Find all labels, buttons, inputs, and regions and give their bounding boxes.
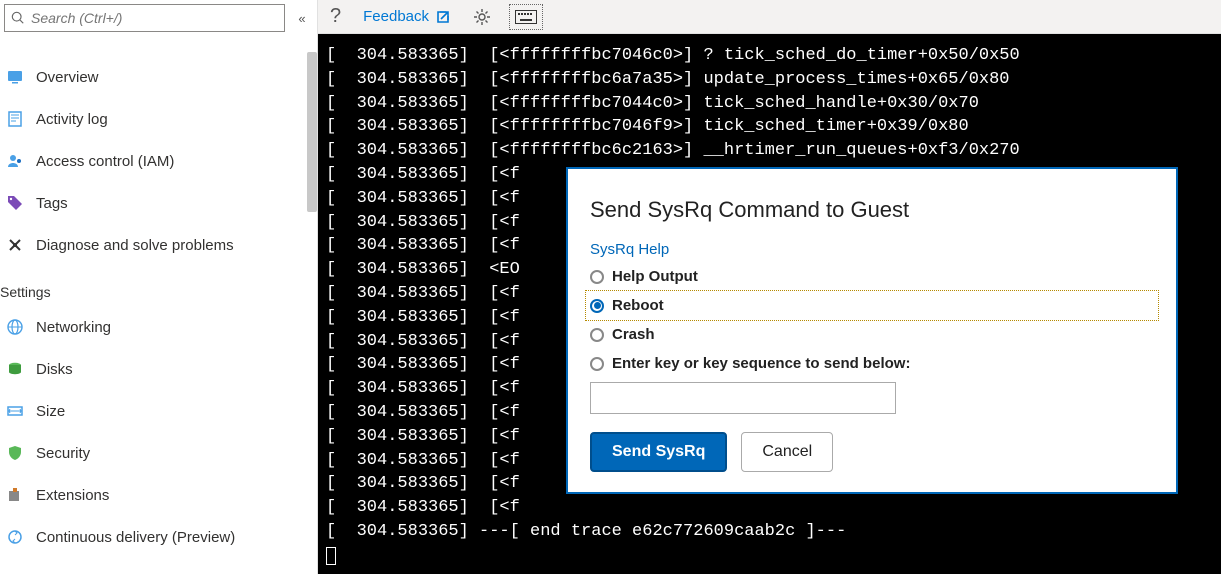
sidebar-item-access-control[interactable]: Access control (IAM) <box>0 140 317 182</box>
radio-label: Reboot <box>612 297 664 314</box>
sidebar-item-label: Networking <box>36 319 111 336</box>
sidebar-item-label: Activity log <box>36 111 108 128</box>
sidebar: « Overview Activity log Access control (… <box>0 0 318 574</box>
sidebar-item-label: Diagnose and solve problems <box>36 237 234 254</box>
access-control-icon <box>6 152 24 170</box>
sidebar-item-label: Tags <box>36 195 68 212</box>
extensions-icon <box>6 486 24 504</box>
radio-icon <box>590 299 604 313</box>
radio-custom-key[interactable]: Enter key or key sequence to send below: <box>590 349 1154 378</box>
keyboard-icon <box>515 10 537 24</box>
sidebar-item-label: Overview <box>36 69 99 86</box>
scrollbar-thumb[interactable] <box>307 52 317 212</box>
sidebar-item-networking[interactable]: Networking <box>0 306 317 348</box>
sidebar-item-label: Security <box>36 445 90 462</box>
radio-help-output[interactable]: Help Output <box>590 262 1154 291</box>
external-link-icon <box>435 9 451 25</box>
tags-icon <box>6 194 24 212</box>
nav-list: Overview Activity log Access control (IA… <box>0 38 317 558</box>
sidebar-item-label: Size <box>36 403 65 420</box>
overview-icon <box>6 68 24 86</box>
feedback-label: Feedback <box>363 8 429 25</box>
sidebar-item-activity-log[interactable]: Activity log <box>0 98 317 140</box>
search-icon <box>11 11 25 25</box>
help-button[interactable]: ? <box>326 0 345 33</box>
search-box[interactable] <box>4 4 285 32</box>
search-input[interactable] <box>31 10 278 26</box>
cancel-button[interactable]: Cancel <box>741 432 833 472</box>
keyboard-button[interactable] <box>509 4 543 30</box>
chevron-double-left-icon: « <box>298 11 305 26</box>
shield-icon <box>6 444 24 462</box>
gear-icon <box>473 8 491 26</box>
networking-icon <box>6 318 24 336</box>
diagnose-icon <box>6 236 24 254</box>
sidebar-item-tags[interactable]: Tags <box>0 182 317 224</box>
disks-icon <box>6 360 24 378</box>
radio-label: Crash <box>612 326 655 343</box>
sidebar-item-overview[interactable]: Overview <box>0 56 317 98</box>
size-icon <box>6 402 24 420</box>
sidebar-item-label: Extensions <box>36 487 109 504</box>
toolbar: ? Feedback <box>318 0 1221 34</box>
radio-label: Enter key or key sequence to send below: <box>612 355 910 372</box>
radio-crash[interactable]: Crash <box>590 320 1154 349</box>
radio-icon <box>590 328 604 342</box>
feedback-link[interactable]: Feedback <box>359 0 455 33</box>
sidebar-item-label: Access control (IAM) <box>36 153 174 170</box>
dialog-title: Send SysRq Command to Guest <box>590 197 1154 223</box>
sidebar-item-security[interactable]: Security <box>0 432 317 474</box>
sysrq-help-link[interactable]: SysRq Help <box>590 241 669 258</box>
collapse-sidebar-button[interactable]: « <box>291 7 313 29</box>
radio-reboot[interactable]: Reboot <box>586 291 1158 320</box>
key-sequence-input[interactable] <box>590 382 896 414</box>
send-sysrq-button[interactable]: Send SysRq <box>590 432 727 472</box>
cursor-icon <box>326 547 336 565</box>
radio-label: Help Output <box>612 268 698 285</box>
sidebar-item-size[interactable]: Size <box>0 390 317 432</box>
activity-log-icon <box>6 110 24 128</box>
sysrq-dialog: Send SysRq Command to Guest SysRq Help H… <box>566 167 1178 494</box>
sidebar-section-settings: Settings <box>0 266 317 306</box>
sidebar-item-label: Disks <box>36 361 73 378</box>
continuous-delivery-icon <box>6 528 24 546</box>
sidebar-item-label: Continuous delivery (Preview) <box>36 529 235 546</box>
sidebar-item-disks[interactable]: Disks <box>0 348 317 390</box>
sidebar-item-continuous-delivery[interactable]: Continuous delivery (Preview) <box>0 516 317 558</box>
sidebar-item-diagnose[interactable]: Diagnose and solve problems <box>0 224 317 266</box>
radio-icon <box>590 357 604 371</box>
sidebar-item-extensions[interactable]: Extensions <box>0 474 317 516</box>
radio-icon <box>590 270 604 284</box>
settings-gear-button[interactable] <box>469 0 495 33</box>
